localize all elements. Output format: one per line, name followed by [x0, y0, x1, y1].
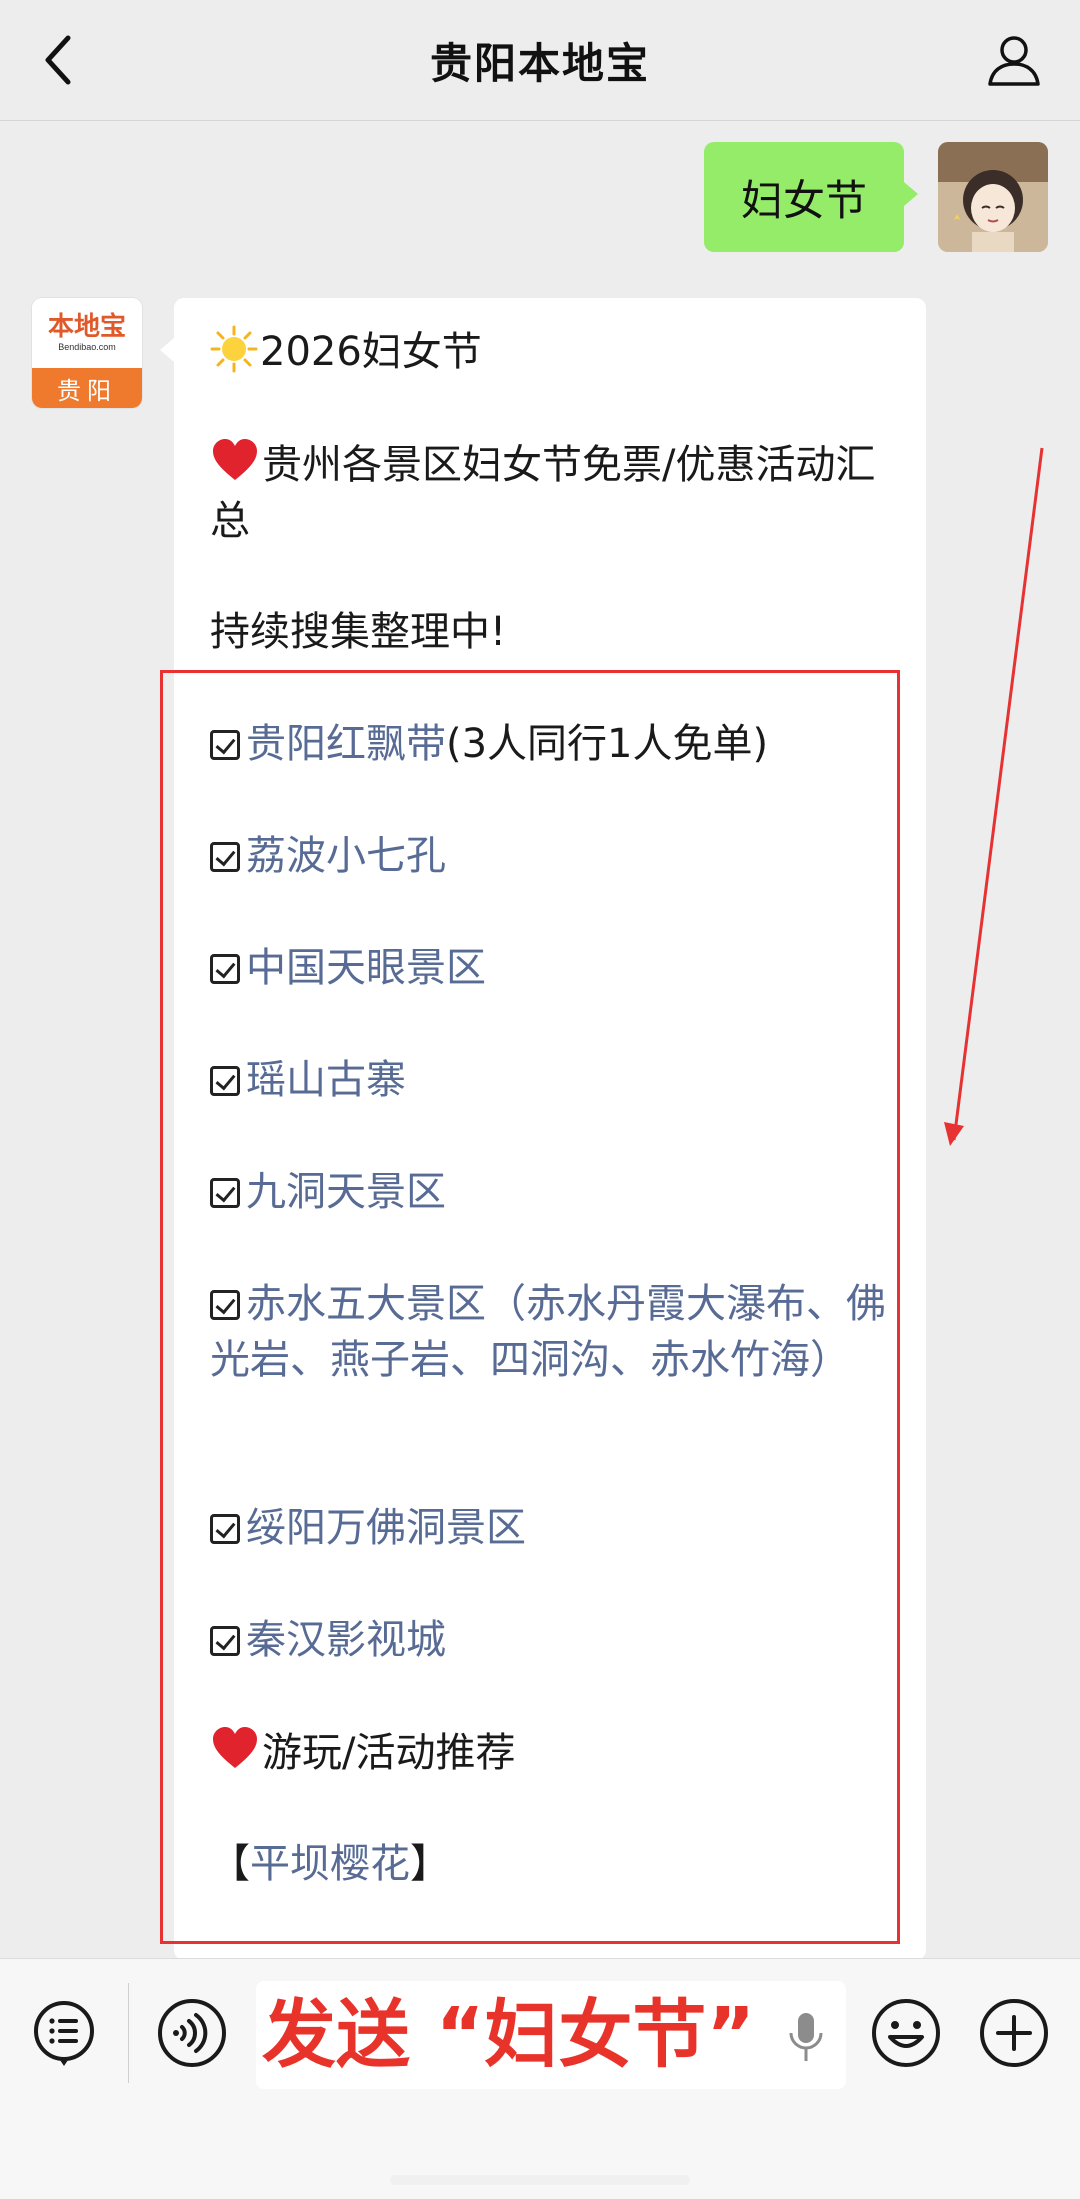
account-avatar[interactable]: 本地宝 Bendibao.com 贵阳 — [32, 298, 142, 408]
message-input-text: 发送 “妇女节” — [262, 1992, 756, 2078]
list-menu-icon[interactable] — [28, 1997, 100, 2069]
heart-icon — [213, 439, 257, 480]
plus-circle-icon[interactable] — [978, 1997, 1050, 2069]
input-bar: 发送 “妇女节” — [0, 1958, 1080, 2199]
message-headline-line: 贵州各景区妇女节免票/优惠活动汇总 — [210, 436, 900, 549]
outgoing-message-text: 妇女节 — [740, 175, 867, 225]
bar-divider — [128, 1983, 129, 2083]
person-icon[interactable] — [984, 30, 1044, 90]
microphone-icon[interactable] — [786, 2009, 826, 2065]
nav-bar: 贵阳本地宝 — [0, 0, 1080, 121]
home-indicator — [390, 2175, 690, 2185]
message-headline: 贵州各景区妇女节免票/优惠活动汇总 — [210, 442, 876, 544]
smiley-icon[interactable] — [870, 1997, 942, 2069]
message-title: 2026妇女节 — [260, 329, 482, 375]
account-logo-city: 贵阳 — [32, 368, 142, 408]
voice-icon[interactable] — [156, 1997, 228, 2069]
highlight-frame — [160, 670, 900, 1944]
message-title-line: 2026妇女节 — [210, 324, 900, 380]
message-note: 持续搜集整理中! — [210, 609, 507, 655]
chat-title: 贵阳本地宝 — [429, 39, 650, 88]
account-logo-text: 本地宝 — [47, 312, 126, 342]
user-avatar[interactable] — [938, 142, 1048, 252]
sun-icon — [210, 325, 258, 373]
message-input[interactable]: 发送 “妇女节” — [256, 1981, 846, 2089]
arrow-down-icon — [944, 447, 1044, 1146]
account-logo-sub: Bendibao.com — [58, 342, 116, 352]
outgoing-message-bubble[interactable]: 妇女节 — [704, 142, 918, 252]
account-logo: 本地宝 Bendibao.com — [32, 298, 142, 368]
